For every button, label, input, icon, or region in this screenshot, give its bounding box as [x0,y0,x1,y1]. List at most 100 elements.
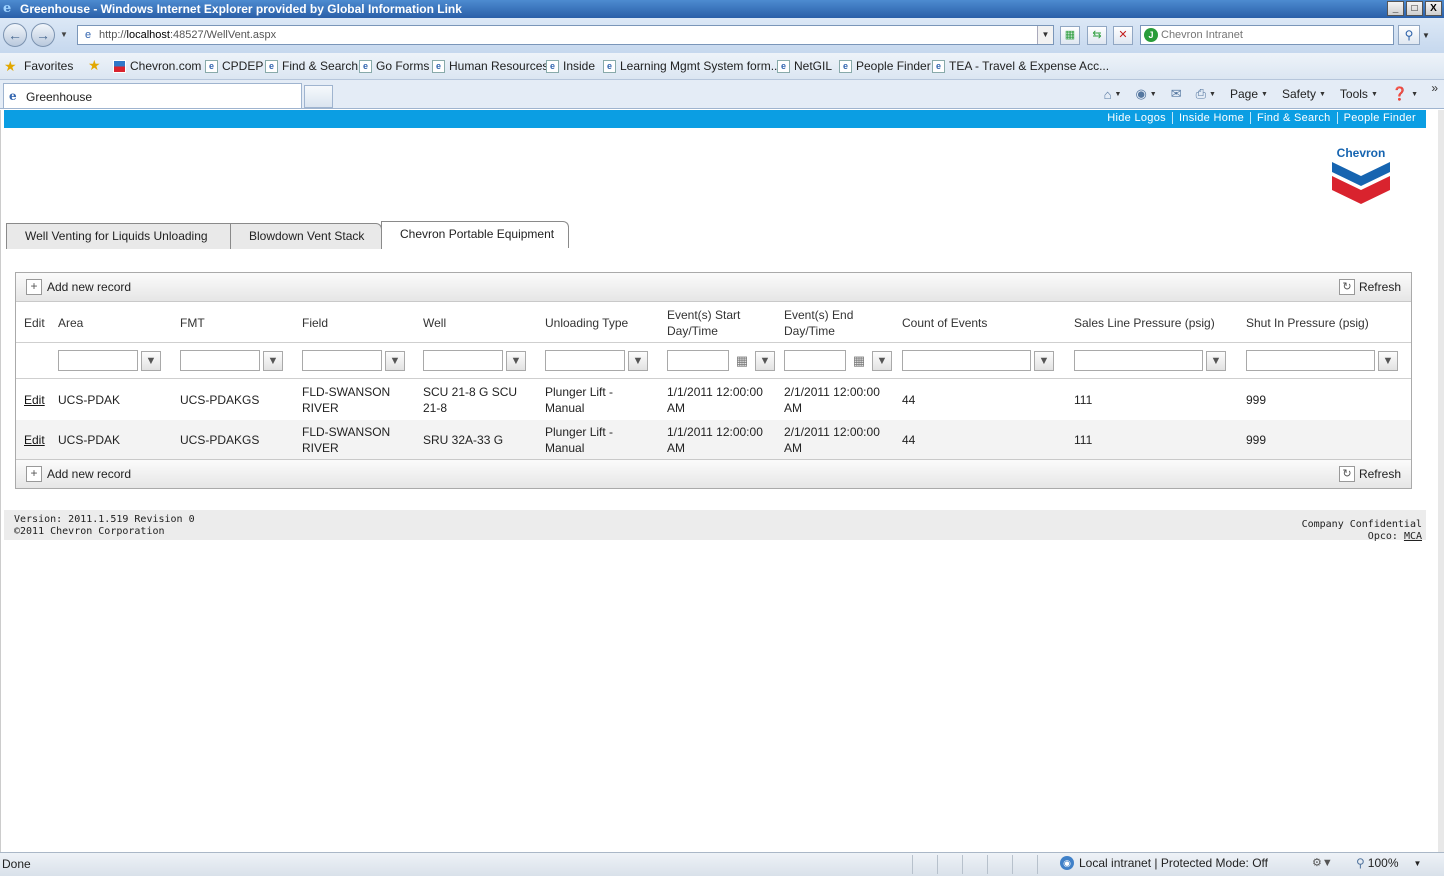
address-dropdown-icon[interactable]: ▼ [1037,26,1053,44]
browser-tab-title: Greenhouse [26,90,93,104]
security-zone[interactable]: ◉ Local intranet | Protected Mode: Off [1060,856,1268,870]
filter-icon[interactable]: ▼ [872,350,892,371]
window-titlebar: e Greenhouse - Windows Internet Explorer… [0,0,1444,18]
zoom-level: 100% [1367,856,1399,870]
tab-well-venting[interactable]: Well Venting for Liquids Unloading [6,223,238,249]
protected-mode-icon[interactable]: ⚙▼ [1312,856,1333,869]
fav-link-inside[interactable]: e Inside [546,59,595,73]
home-button[interactable]: ⌂ ▼ [1104,87,1122,102]
filter-icon[interactable]: ▼ [1378,350,1398,371]
browser-tab-greenhouse[interactable]: e Greenhouse [3,83,302,108]
compatibility-view-icon[interactable]: ▦ [1060,26,1080,45]
favorites-button[interactable]: Favorites [24,59,73,73]
filter-shut-in-pressure-input[interactable] [1246,350,1375,371]
filter-area-input[interactable] [58,350,138,371]
more-chevron-icon[interactable]: » [1431,81,1438,95]
url-text[interactable]: http://localhost:48527/WellVent.aspx [99,29,276,41]
col-header-field[interactable]: Field [302,303,328,343]
address-bar[interactable]: e http://localhost:48527/WellVent.aspx ▼ [77,25,1054,45]
zoom-dropdown-icon[interactable]: ▼ [1414,859,1422,868]
minimize-button[interactable]: _ [1387,1,1404,16]
feeds-button[interactable]: ◉ ▼ [1135,86,1156,102]
safety-menu[interactable]: Safety ▼ [1282,87,1326,101]
filter-count-input[interactable] [902,350,1031,371]
refresh-button[interactable]: ↻ Refresh [1338,466,1401,482]
edit-link[interactable]: Edit [24,392,45,408]
filter-icon[interactable]: ▼ [1034,350,1054,371]
history-dropdown-icon[interactable]: ▼ [60,30,68,39]
col-header-end[interactable]: Event(s) End Day/Time [784,303,874,343]
add-new-record-button[interactable]: + Add new record [26,466,131,482]
page-menu[interactable]: Page ▼ [1230,87,1268,101]
fav-link-people-finder[interactable]: e People Finder [839,59,931,73]
search-icon[interactable]: ⚲ [1398,25,1420,45]
filter-icon[interactable]: ▼ [141,350,161,371]
filter-icon[interactable]: ▼ [755,350,775,371]
refresh-icon: ↻ [1338,466,1355,482]
filter-field-input[interactable] [302,350,382,371]
stop-icon[interactable]: ✕ [1113,26,1133,45]
window-controls: _ □ X [1387,1,1442,16]
filter-sales-pressure-input[interactable] [1074,350,1203,371]
inside-home-link[interactable]: Inside Home [1173,112,1251,124]
refresh-page-icon[interactable]: ⇆ [1087,26,1107,45]
col-header-count[interactable]: Count of Events [902,303,987,343]
search-input[interactable] [1161,28,1389,42]
cell-well: SCU 21-8 G SCU 21-8 [423,385,518,415]
filter-well-input[interactable] [423,350,503,371]
fav-link-go-forms[interactable]: e Go Forms [359,59,429,73]
filter-icon[interactable]: ▼ [263,350,283,371]
calendar-icon[interactable]: ▦ [732,351,752,371]
help-button[interactable]: ❓ ▼ [1392,86,1418,102]
filter-icon[interactable]: ▼ [385,350,405,371]
col-header-shut-in-pressure[interactable]: Shut In Pressure (psig) [1246,303,1369,343]
people-finder-link[interactable]: People Finder [1338,112,1422,124]
col-header-start[interactable]: Event(s) Start Day/Time [667,303,767,343]
fav-link-find-search[interactable]: e Find & Search [265,59,358,73]
search-provider-icon: J [1144,28,1158,42]
col-header-area[interactable]: Area [58,303,83,343]
col-header-sales-pressure[interactable]: Sales Line Pressure (psig) [1074,303,1215,343]
filter-unloading-type-input[interactable] [545,350,625,371]
col-header-fmt[interactable]: FMT [180,303,205,343]
fav-link-cpdep[interactable]: e CPDEP [205,59,263,73]
col-header-well[interactable]: Well [423,303,446,343]
hide-logos-link[interactable]: Hide Logos [1101,112,1173,124]
find-search-link[interactable]: Find & Search [1251,112,1338,124]
opco-link[interactable]: MCA [1404,531,1422,542]
col-header-unloading-type[interactable]: Unloading Type [545,303,628,343]
add-favorite-icon[interactable]: ★ [88,57,101,74]
tools-menu[interactable]: Tools ▼ [1340,87,1378,101]
filter-icon[interactable]: ▼ [506,350,526,371]
fav-link-tea[interactable]: e TEA - Travel & Expense Acc... [932,59,1109,73]
filter-fmt-input[interactable] [180,350,260,371]
favorites-star-icon[interactable]: ★ [4,58,17,75]
edit-link[interactable]: Edit [24,432,45,448]
new-tab-button[interactable] [304,85,333,108]
search-box[interactable]: J [1140,25,1394,45]
filter-icon[interactable]: ▼ [628,350,648,371]
filter-start-input[interactable] [667,350,729,371]
fav-link-netgil[interactable]: e NetGIL [777,59,832,73]
fav-link-human-resources[interactable]: e Human Resources [432,59,548,73]
tab-blowdown-vent-stack[interactable]: Blowdown Vent Stack [230,223,382,249]
zoom-control[interactable]: ⚲ 100% ▼ [1356,856,1421,870]
opco-label: Opco: [1367,531,1398,542]
refresh-button[interactable]: ↻ Refresh [1338,279,1401,295]
col-header-edit: Edit [24,316,45,330]
mail-button[interactable]: ✉ [1171,86,1182,102]
forward-button[interactable]: → [31,23,55,47]
calendar-icon[interactable]: ▦ [849,351,869,371]
maximize-button[interactable]: □ [1406,1,1423,16]
filter-end-input[interactable] [784,350,846,371]
add-new-record-button[interactable]: + Add new record [26,279,131,295]
filter-icon[interactable]: ▼ [1206,350,1226,371]
search-options-icon[interactable]: ▼ [1422,31,1430,40]
fav-link-chevron-com[interactable]: Chevron.com [113,59,201,73]
print-button[interactable]: ⎙ ▼ [1196,86,1216,102]
vertical-scrollbar[interactable] [1438,110,1444,852]
close-window-button[interactable]: X [1425,1,1442,16]
fav-link-learning-mgmt[interactable]: e Learning Mgmt System form... [603,59,781,73]
tab-chevron-portable-equipment[interactable]: Chevron Portable Equipment [381,221,569,248]
back-button[interactable]: ← [3,23,27,47]
